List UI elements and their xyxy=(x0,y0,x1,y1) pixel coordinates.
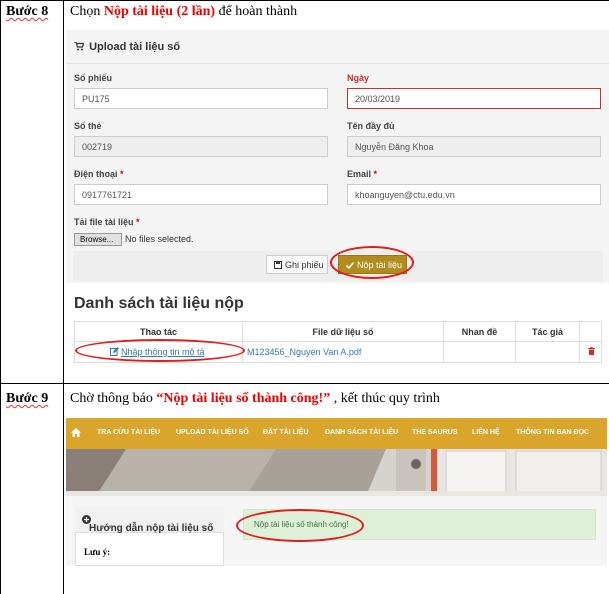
file-link[interactable]: M123456_Nguyen Van A.pdf xyxy=(243,342,444,363)
so-the-field[interactable]: 002719 xyxy=(74,136,328,157)
ngay-field[interactable]: 20/03/2019 xyxy=(347,88,601,109)
email-label: Email * xyxy=(347,169,377,179)
table-header-cell: File dữ liệu số xyxy=(243,322,444,342)
ten-field[interactable]: Nguyễn Đăng Khoa xyxy=(347,136,601,157)
step-9-desc-pre: Chờ thông báo xyxy=(70,391,157,406)
guide-sidebar-header: Hướng dẫn nộp tài liệu số xyxy=(75,507,224,534)
nav-thesaurus[interactable]: THE SAURUS xyxy=(412,429,458,436)
email-label-text: Email xyxy=(347,169,372,179)
upload-panel-title-text: Upload tài liệu số xyxy=(89,41,181,53)
banner-photo xyxy=(66,449,607,496)
step-8-description: Chọn Nộp tài liệu (2 lần) để hoàn thành xyxy=(70,4,297,20)
nav-dat-tai-lieu[interactable]: ĐẶT TÀI LIỆU xyxy=(263,429,309,436)
step-9-desc-post: , kết thúc quy trình xyxy=(330,391,440,406)
highlight-ellipse-submit xyxy=(330,246,414,279)
home-icon[interactable] xyxy=(71,428,81,437)
trash-icon xyxy=(588,347,595,355)
required-marker: * xyxy=(136,217,140,227)
table-header-cell: Tác giả xyxy=(516,322,580,342)
step-8-label: Bước 8 xyxy=(6,4,49,19)
table-column-divider xyxy=(63,0,64,594)
ghi-phieu-label: Ghi phiếu xyxy=(285,260,324,270)
required-marker: * xyxy=(373,169,378,179)
guide-sidebar-title: Hướng dẫn nộp tài liệu số xyxy=(82,515,213,534)
nhan-de-cell xyxy=(444,342,516,363)
step-8-desc-pre: Chọn xyxy=(70,4,104,19)
tac-gia-cell xyxy=(516,342,580,363)
ngay-label: Ngày xyxy=(347,73,370,83)
ten-label: Tên đầy đủ xyxy=(347,121,395,131)
so-phieu-field[interactable]: PU175 xyxy=(74,88,328,109)
table-header-cell xyxy=(580,322,602,342)
delete-button[interactable] xyxy=(580,342,602,363)
guide-sidebar-title-text: Hướng dẫn nộp tài liệu số xyxy=(89,523,214,534)
upload-panel-header: Upload tài liệu số xyxy=(66,30,609,64)
main-navbar: TRA CỨU TÀI LIỆU UPLOAD TÀI LIỆU SỐ ĐẶT … xyxy=(66,418,607,449)
nav-danh-sach[interactable]: DANH SÁCH TÀI LIỆU xyxy=(325,429,398,436)
document-list-title: Danh sách tài liệu nộp xyxy=(74,295,244,312)
nav-upload[interactable]: UPLOAD TÀI LIỆU SỐ xyxy=(176,429,249,436)
nav-tra-cuu[interactable]: TRA CỨU TÀI LIỆU xyxy=(97,429,160,436)
table-row-divider xyxy=(0,383,609,384)
step-9-desc-highlight: “Nộp tài liệu số thành công!” xyxy=(156,391,331,406)
save-icon xyxy=(274,261,282,269)
dien-thoai-field[interactable]: 0917761721 xyxy=(74,184,328,205)
so-the-label: Số thẻ xyxy=(74,121,102,131)
hero-banner-image xyxy=(66,449,607,496)
highlight-ellipse-row xyxy=(75,339,245,362)
step-9-label: Bước 9 xyxy=(6,391,49,406)
nav-thong-tin[interactable]: THÔNG TIN BẠN ĐỌC xyxy=(516,429,589,436)
highlight-ellipse-success xyxy=(236,509,364,542)
no-file-text: No files selected. xyxy=(125,234,194,244)
table-border-top xyxy=(0,0,609,1)
step-9-description: Chờ thông báo “Nộp tài liệu số thành côn… xyxy=(70,391,440,407)
ghi-phieu-button[interactable]: Ghi phiếu xyxy=(266,255,328,274)
required-marker: * xyxy=(120,169,124,179)
guide-note-label: Lưu ý: xyxy=(84,547,111,557)
step-8-desc-post: để hoàn thành xyxy=(215,4,298,19)
upload-panel-title: Upload tài liệu số xyxy=(74,41,180,53)
table-header-cell: Nhan đề xyxy=(444,322,516,342)
step-8-desc-highlight: Nộp tài liệu (2 lần) xyxy=(103,4,216,19)
file-label-text: Tải file tài liệu xyxy=(74,217,134,227)
table-border-left xyxy=(0,0,1,594)
email-field[interactable]: khoanguyen@ctu.edu.vn xyxy=(347,184,601,205)
so-phieu-label: Số phiếu xyxy=(74,73,112,83)
nav-lien-he[interactable]: LIÊN HỆ xyxy=(472,429,500,436)
cart-icon xyxy=(74,41,85,51)
browse-button[interactable]: Browse... xyxy=(74,233,122,246)
dien-thoai-label-text: Điện thoại xyxy=(74,169,118,179)
file-label: Tải file tài liệu * xyxy=(74,217,140,227)
dien-thoai-label: Điện thoại * xyxy=(74,169,124,179)
